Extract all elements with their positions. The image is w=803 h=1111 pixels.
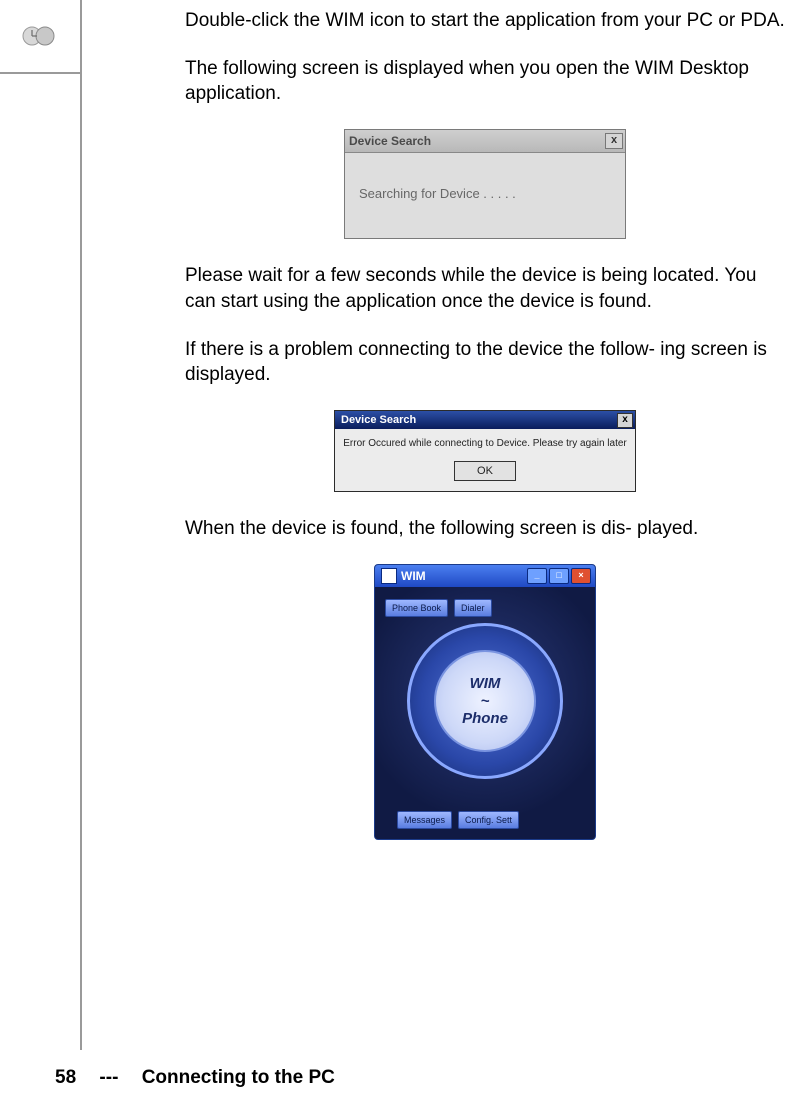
tab-dialer[interactable]: Dialer	[454, 599, 492, 617]
device-search-title: Device Search	[349, 133, 431, 149]
margin-rule-vertical	[80, 0, 82, 1050]
section-title: Connecting to the PC	[142, 1067, 335, 1088]
paragraph-1: Double-click the WIM icon to start the a…	[185, 8, 785, 34]
error-dialog-message: Error Occured while connecting to Device…	[343, 437, 627, 451]
minimize-icon[interactable]: _	[527, 568, 547, 584]
wim-app-icon	[381, 568, 397, 584]
margin-decorative-icon	[20, 25, 58, 47]
paragraph-3: Please wait for a few seconds while the …	[185, 263, 785, 314]
device-search-body: Searching for Device . . . . .	[345, 153, 625, 239]
error-dialog-title: Device Search	[341, 413, 416, 428]
page-number: 58	[55, 1067, 76, 1088]
close-icon[interactable]: x	[617, 413, 633, 428]
device-search-dialog: Device Search x Searching for Device . .…	[344, 129, 626, 240]
margin-rule-horizontal	[0, 72, 80, 74]
wim-center-line3: Phone	[462, 710, 508, 727]
page-footer: 58 --- Connecting to the PC	[55, 1065, 335, 1091]
tab-config[interactable]: Config. Sett	[458, 811, 519, 829]
paragraph-4: If there is a problem connecting to the …	[185, 337, 785, 388]
ok-button[interactable]: OK	[454, 461, 516, 482]
error-dialog: Device Search x Error Occured while conn…	[334, 410, 636, 492]
main-content: Double-click the WIM icon to start the a…	[185, 8, 785, 872]
tab-phonebook[interactable]: Phone Book	[385, 599, 448, 617]
wim-center-line1: WIM	[470, 675, 501, 692]
tab-messages[interactable]: Messages	[397, 811, 452, 829]
paragraph-2: The following screen is displayed when y…	[185, 56, 785, 107]
close-icon[interactable]: ×	[571, 568, 591, 584]
wim-title: WIM	[401, 568, 527, 584]
wim-dial: WIM ~ Phone	[407, 623, 563, 779]
wim-center-line2: ~	[481, 693, 490, 710]
maximize-icon[interactable]: □	[549, 568, 569, 584]
wim-dial-label: WIM ~ Phone	[434, 650, 536, 752]
paragraph-5: When the device is found, the following …	[185, 516, 785, 542]
wim-app-window: WIM _ □ × Phone Book Dialer WIM ~ Phone	[374, 564, 596, 840]
close-icon[interactable]: x	[605, 133, 623, 149]
footer-separator: ---	[99, 1067, 118, 1088]
